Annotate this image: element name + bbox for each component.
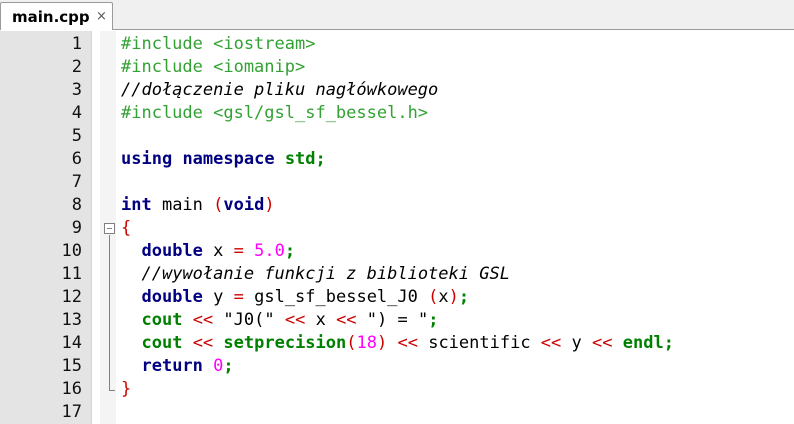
code-line[interactable]: 9{	[0, 217, 794, 240]
line-number: 7	[71, 172, 82, 192]
fold-collapse-icon[interactable]	[104, 223, 115, 234]
line-number: 3	[71, 80, 82, 100]
code-line[interactable]: 8 int main (void)	[0, 194, 794, 217]
line-number: 14	[61, 333, 82, 353]
code-line[interactable]: 1 #include <iostream>	[0, 33, 794, 56]
line-number: 17	[61, 402, 82, 422]
code-line[interactable]: 2 #include <iomanip>	[0, 56, 794, 79]
line-number: 8	[71, 195, 82, 215]
code-text[interactable]: double y = gsl_sf_bessel_J0 (x);	[121, 286, 469, 309]
code-line[interactable]: 14 cout << setprecision(18) << scientifi…	[0, 332, 794, 355]
code-text[interactable]: cout << setprecision(18) << scientific <…	[121, 332, 673, 355]
code-text[interactable]: using namespace std;	[121, 148, 326, 171]
line-number: 16	[61, 379, 82, 399]
tab-bar: main.cpp ×	[0, 0, 794, 30]
code-line[interactable]: 3 //dołączenie pliku nagłówkowego	[0, 79, 794, 102]
code-line[interactable]: 15 return 0;	[0, 355, 794, 378]
code-line[interactable]: 10 double x = 5.0;	[0, 240, 794, 263]
fold-end-marker	[109, 390, 115, 391]
code-text[interactable]: //wywołanie funkcji z biblioteki GSL	[121, 263, 509, 286]
line-number: 1	[71, 34, 82, 54]
line-number: 10	[61, 241, 82, 261]
line-number: 4	[71, 103, 82, 123]
code-line[interactable]: 16}	[0, 378, 794, 401]
close-icon[interactable]: ×	[96, 9, 107, 24]
code-text[interactable]: #include <gsl/gsl_sf_bessel.h>	[121, 102, 428, 125]
code-text[interactable]: }	[121, 378, 131, 401]
line-number: 5	[71, 126, 82, 146]
code-text[interactable]: #include <iomanip>	[121, 56, 305, 79]
code-text[interactable]: //dołączenie pliku nagłówkowego	[121, 79, 438, 102]
code-line[interactable]: 11 //wywołanie funkcji z biblioteki GSL	[0, 263, 794, 286]
code-editor[interactable]: 1 #include <iostream> 2 #include <iomanip> 3…	[0, 31, 794, 424]
code-text[interactable]: double x = 5.0;	[121, 240, 295, 263]
code-text[interactable]: {	[121, 217, 131, 240]
code-text[interactable]: return 0;	[121, 355, 233, 378]
code-line[interactable]: 6 using namespace std;	[0, 148, 794, 171]
fold-guide-line	[109, 235, 110, 390]
code-text[interactable]: int main (void)	[121, 194, 275, 217]
line-number: 11	[61, 264, 82, 284]
tab-main-cpp[interactable]: main.cpp ×	[0, 2, 113, 30]
code-text[interactable]: #include <iostream>	[121, 33, 315, 56]
code-line[interactable]: 13 cout << "J0(" << x << ") = ";	[0, 309, 794, 332]
code-line[interactable]: 5	[0, 125, 794, 148]
line-number: 9	[71, 218, 82, 238]
code-text[interactable]: cout << "J0(" << x << ") = ";	[121, 309, 438, 332]
code-line[interactable]: 12 double y = gsl_sf_bessel_J0 (x);	[0, 286, 794, 309]
line-number: 2	[71, 57, 82, 77]
line-number: 15	[61, 356, 82, 376]
line-number: 6	[71, 149, 82, 169]
line-number: 13	[61, 310, 82, 330]
line-number: 12	[61, 287, 82, 307]
code-line[interactable]: 7	[0, 171, 794, 194]
tab-label: main.cpp	[12, 8, 90, 26]
code-line[interactable]: 4 #include <gsl/gsl_sf_bessel.h>	[0, 102, 794, 125]
code-line[interactable]: 17	[0, 401, 794, 424]
